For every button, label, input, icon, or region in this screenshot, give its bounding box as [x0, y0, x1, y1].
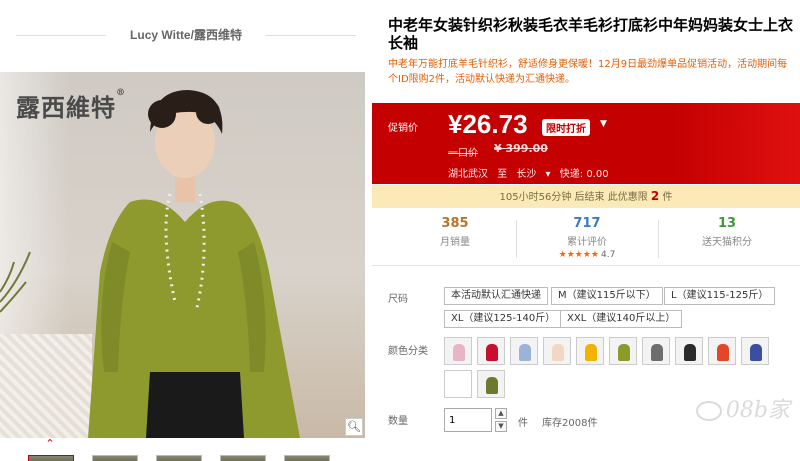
- sweater-icon: [486, 344, 498, 361]
- model-image: [88, 90, 300, 438]
- quantity-decrease-icon[interactable]: ▼: [495, 421, 507, 432]
- ship-to: 至: [497, 169, 508, 180]
- thumbnail[interactable]: [156, 455, 202, 461]
- color-swatch[interactable]: [675, 337, 703, 365]
- size-option[interactable]: XXL（建议140斤以上）: [560, 310, 683, 328]
- shipping-info: 湖北武汉 至 长沙 ▾ 快递: 0.00: [448, 165, 615, 180]
- sweater-icon: [651, 344, 663, 361]
- sweater-icon: [684, 344, 696, 361]
- brand-logo: 露西維特®: [16, 88, 126, 122]
- quantity-unit: 件: [518, 418, 528, 429]
- size-option[interactable]: L（建议115-125斤）: [664, 287, 776, 305]
- tmall-points: 13 送天猫积分: [702, 216, 752, 248]
- color-swatch[interactable]: [477, 370, 505, 398]
- countdown-bar: 105小时56分钟 后结束 此优惠限 2 件: [372, 185, 800, 208]
- color-swatch[interactable]: [477, 337, 505, 365]
- product-subtitle: 中老年万能打底羊毛针织衫，舒适修身更保暖！12月9日最劲爆单品促销活动，活动期间…: [388, 59, 788, 85]
- quantity-input[interactable]: [444, 408, 492, 432]
- product-details: 中老年女装针织衫秋装毛衣羊毛衫打底衫中年妈妈装女士上衣长袖 中老年万能打底羊毛针…: [372, 0, 800, 461]
- color-swatch[interactable]: [576, 337, 604, 365]
- sweater-icon: [717, 344, 729, 361]
- color-swatch[interactable]: [510, 337, 538, 365]
- shipping-fee: 快递: 0.00: [559, 169, 609, 180]
- divider: [266, 35, 356, 36]
- size-option[interactable]: XL（建议125-140斤）: [444, 310, 563, 328]
- purchase-limit: 2: [650, 189, 660, 203]
- stock-count: 库存2008件: [542, 418, 598, 429]
- sweater-icon: [618, 344, 630, 361]
- chevron-down-icon[interactable]: ▼: [600, 119, 607, 129]
- size-option[interactable]: 本活动默认汇通快递: [444, 287, 548, 305]
- sweater-icon: [453, 344, 465, 361]
- promo-price: ¥26.73: [448, 109, 528, 139]
- quantity-increase-icon[interactable]: ▲: [495, 408, 507, 419]
- size-label: 尺码: [388, 294, 408, 305]
- monthly-sales: 385 月销量: [440, 216, 470, 248]
- stats-row: 385 月销量 717 累计评价 ★★★★★ 4.7 13 送天猫积分: [372, 208, 800, 266]
- main-product-image[interactable]: 露西維特® 🔍︎: [0, 72, 365, 438]
- thumbnail[interactable]: [92, 455, 138, 461]
- zoom-icon[interactable]: 🔍︎: [345, 418, 363, 436]
- product-title: 中老年女装针织衫秋装毛衣羊毛衫打底衫中年妈妈装女士上衣长袖: [388, 16, 794, 52]
- color-label: 颜色分类: [388, 346, 428, 357]
- ship-destination-select[interactable]: 长沙 ▾: [516, 169, 550, 180]
- color-swatch[interactable]: [543, 337, 571, 365]
- watermark: 08b家: [695, 392, 790, 424]
- divider: [16, 35, 106, 36]
- thumbnail-strip: [28, 451, 348, 461]
- color-swatch[interactable]: [609, 337, 637, 365]
- product-gallery: Lucy Witte/露西维特 露西維特® 🔍︎ ⌃: [0, 0, 372, 461]
- thumbnail[interactable]: [284, 455, 330, 461]
- sweater-icon: [750, 344, 762, 361]
- promo-price-label: 促销价: [388, 123, 418, 134]
- divider: [516, 220, 517, 258]
- thumbnail[interactable]: [28, 455, 74, 461]
- original-price: ¥ 399.00: [494, 142, 548, 155]
- divider: [658, 220, 659, 258]
- store-title[interactable]: Lucy Witte/露西维特: [16, 26, 356, 44]
- rating-stars: ★★★★★ 4.7: [558, 250, 616, 260]
- store-name[interactable]: Lucy Witte/露西维特: [130, 28, 242, 42]
- sweater-icon: [519, 344, 531, 361]
- quantity-label: 数量: [388, 416, 408, 427]
- sweater-icon: [585, 344, 597, 361]
- color-swatch[interactable]: [642, 337, 670, 365]
- color-swatch[interactable]: [708, 337, 736, 365]
- sweater-icon: [486, 377, 498, 394]
- limited-discount-badge[interactable]: 限时打折: [542, 119, 590, 136]
- ship-origin: 湖北武汉: [448, 169, 488, 180]
- original-price-label: 一口价: [448, 148, 478, 159]
- color-swatch[interactable]: [741, 337, 769, 365]
- size-option[interactable]: M（建议115斤以下）: [551, 287, 663, 305]
- price-panel: 促销价 ¥26.73 限时打折 ▼ 一口价 ¥ 399.00 湖北武汉 至 长沙…: [372, 103, 800, 184]
- thumbnail[interactable]: [220, 455, 266, 461]
- sweater-icon: [552, 344, 564, 361]
- thumbnail-scroll-up-icon[interactable]: ⌃: [44, 438, 56, 449]
- color-swatch[interactable]: [444, 370, 472, 398]
- cumulative-reviews[interactable]: 717 累计评价 ★★★★★ 4.7: [532, 216, 642, 260]
- color-swatch[interactable]: [444, 337, 472, 365]
